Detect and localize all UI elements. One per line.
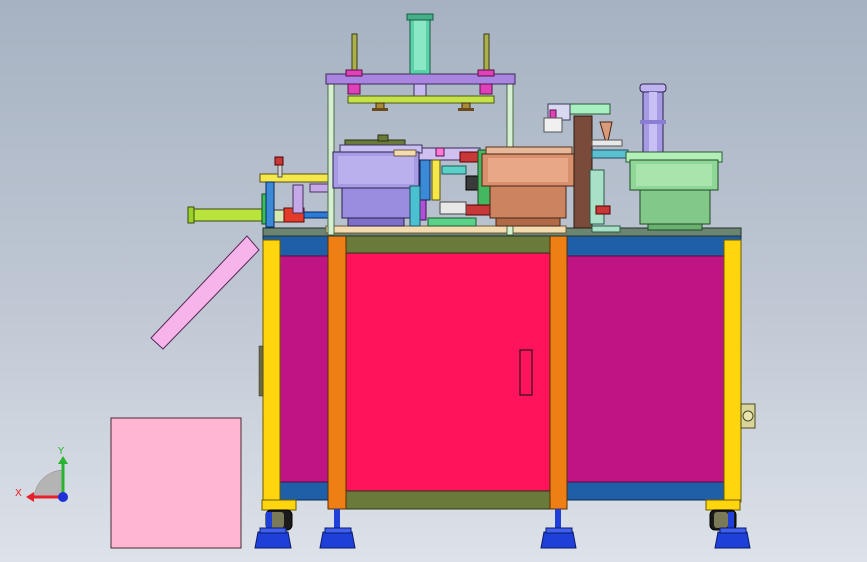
machine-assembly-drawing: X Y	[15, 13, 756, 549]
left-side-bracket	[258, 345, 264, 397]
coordinate-triad: X Y	[15, 446, 68, 502]
vibratory-bowl-left[interactable]	[332, 144, 423, 227]
discharge-chute[interactable]	[150, 235, 260, 350]
right-caster-bracket	[705, 499, 741, 511]
vibratory-bowl-right[interactable]	[625, 83, 723, 231]
right-side-panel	[565, 255, 725, 483]
work-plate	[325, 225, 567, 234]
vibratory-bowl-middle[interactable]	[481, 146, 575, 227]
collection-carton[interactable]	[110, 417, 242, 549]
cabinet-base[interactable]	[258, 225, 756, 510]
door-top-bar	[345, 234, 551, 254]
triad-x-label: X	[15, 488, 22, 499]
left-yellow-post	[262, 239, 281, 503]
cad-viewport[interactable]: X Y	[0, 0, 867, 562]
left-feed-unit[interactable]	[187, 156, 333, 228]
feed-rod	[189, 208, 266, 222]
triad-x-arrow	[26, 492, 34, 502]
triad-y-label: Y	[57, 446, 65, 457]
right-orange-post	[549, 234, 568, 510]
triad-base-quadrant	[33, 469, 65, 498]
left-side-panel	[279, 255, 329, 483]
triad-z-axis	[58, 492, 68, 502]
side-switch-knob[interactable]	[742, 410, 754, 422]
right-yellow-post	[723, 239, 742, 503]
yellow-bracket-top	[259, 173, 333, 183]
door-bottom-bar	[345, 490, 551, 510]
door-handle[interactable]	[519, 349, 533, 396]
triad-y-arrow	[58, 456, 68, 464]
press-moving-plate	[347, 95, 495, 104]
left-orange-post	[327, 234, 347, 510]
leveling-foot	[319, 509, 356, 549]
left-caster-bracket	[261, 499, 297, 511]
leveling-foot	[540, 509, 577, 549]
